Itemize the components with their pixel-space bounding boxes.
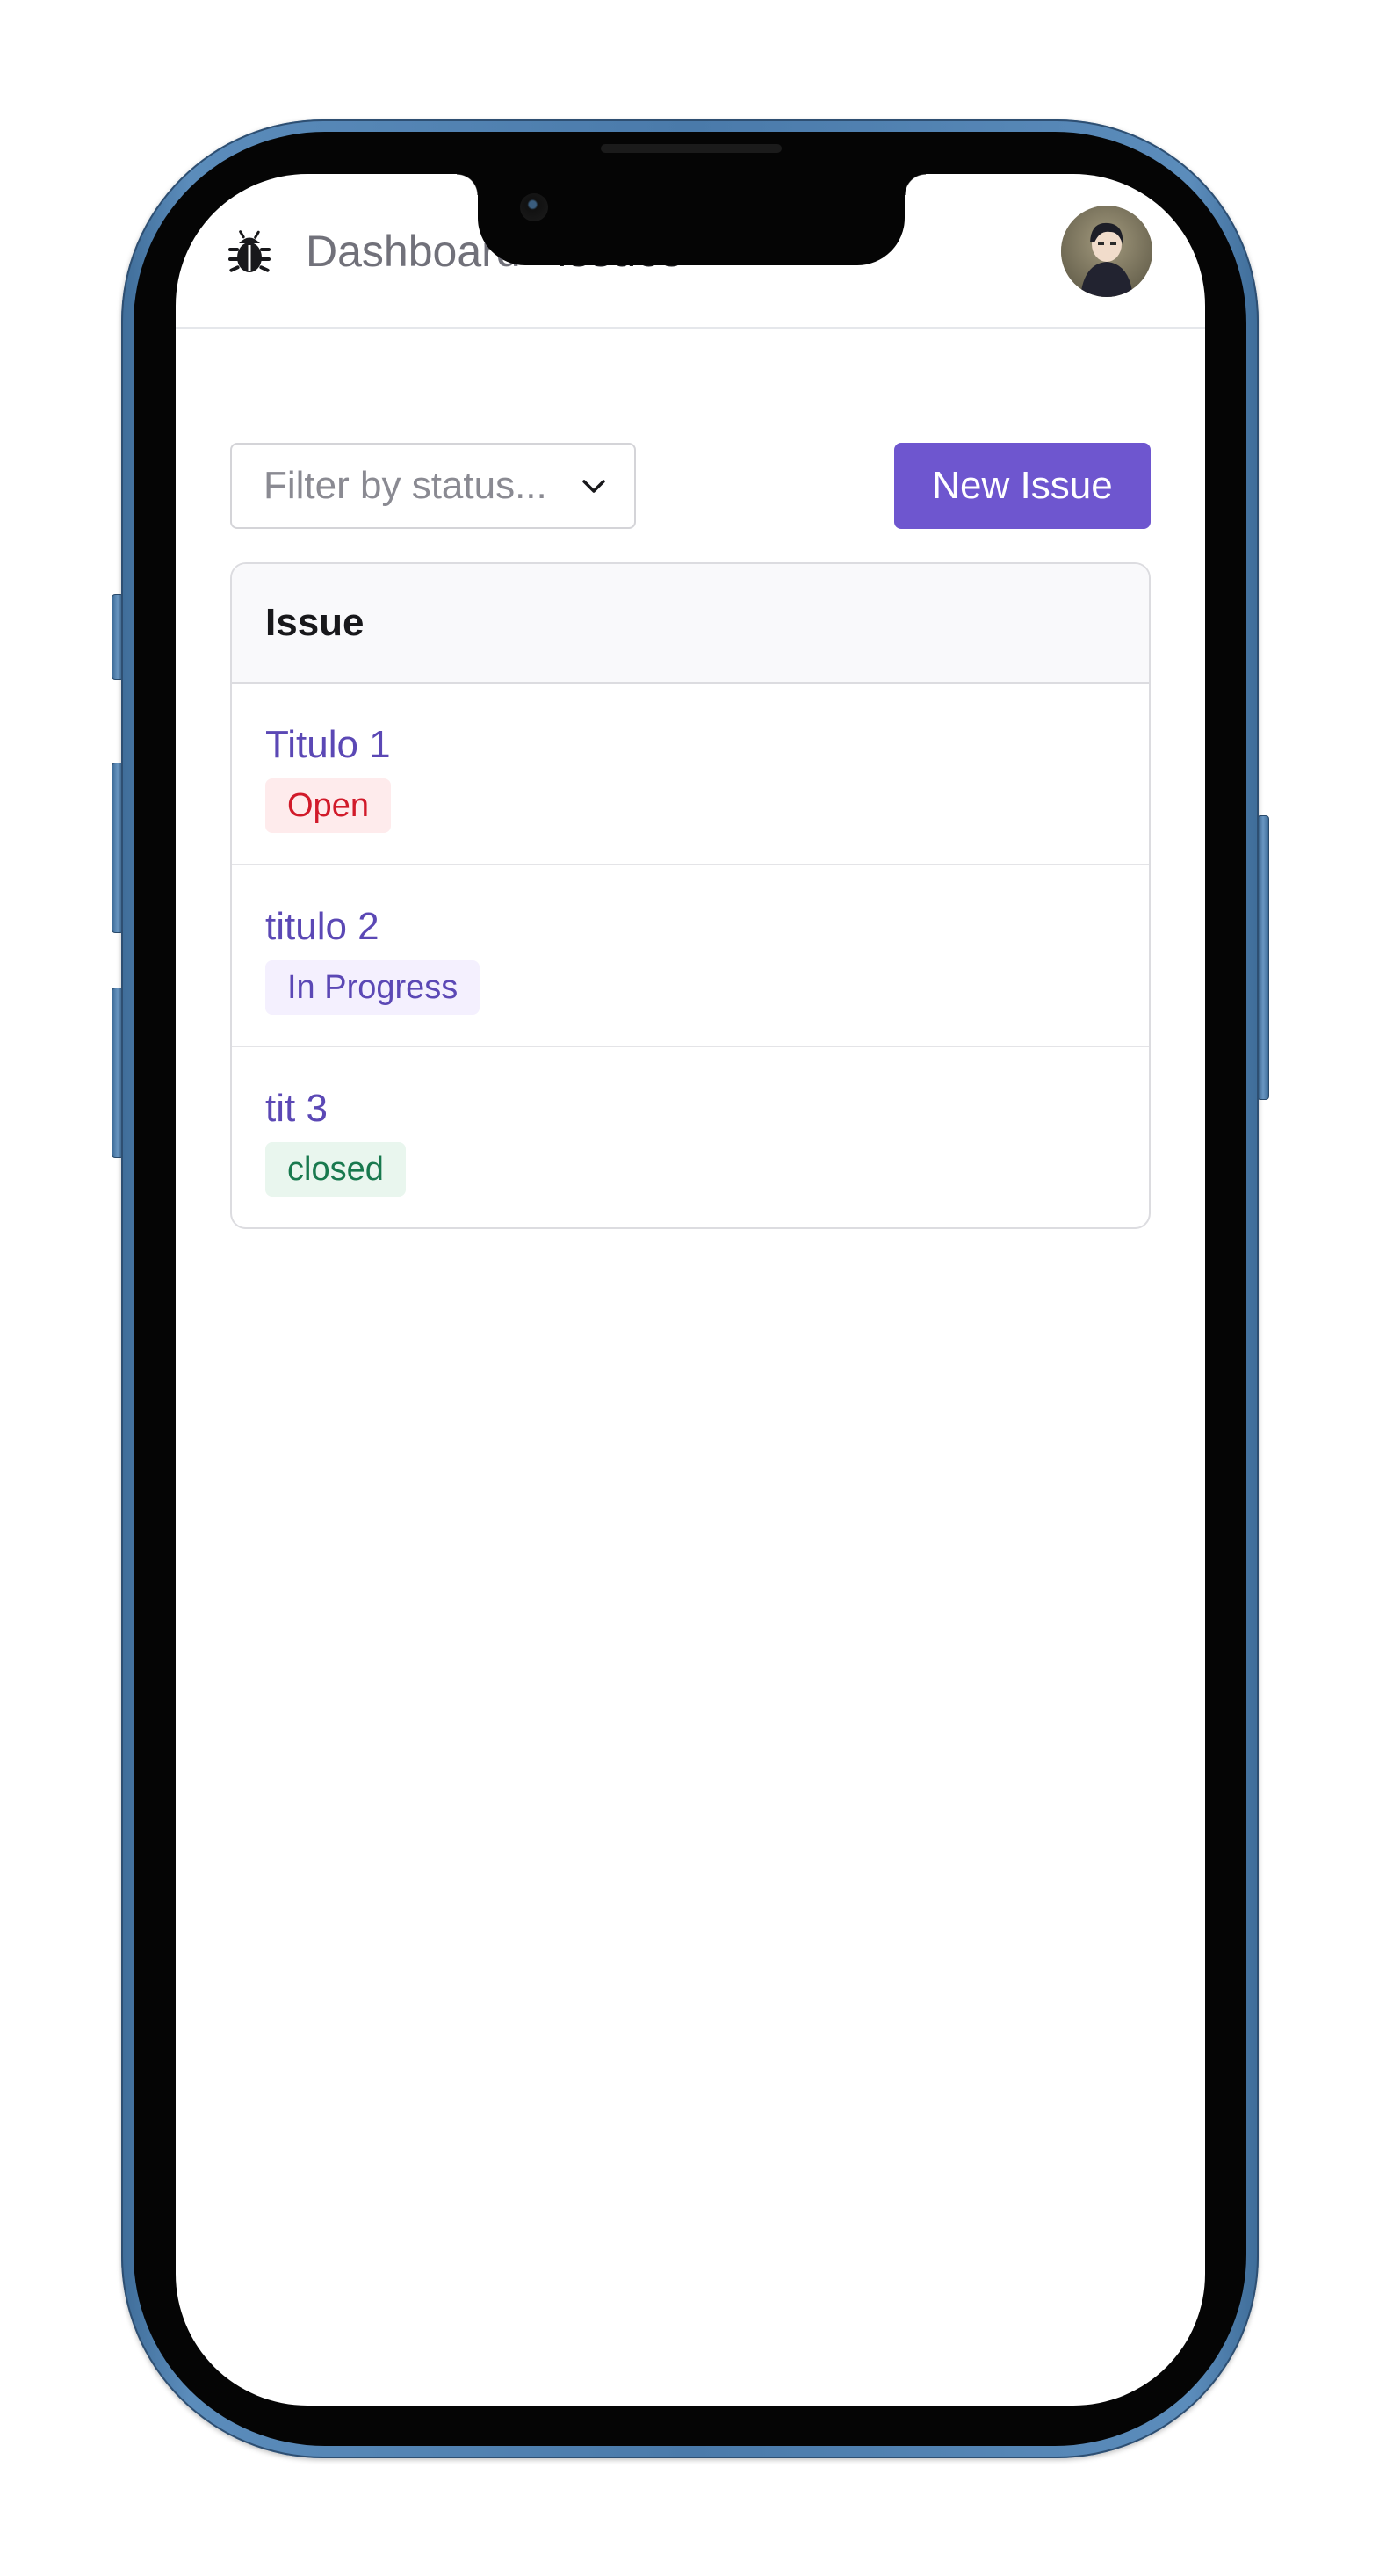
issue-title-link[interactable]: Titulo 1 [265,722,1149,768]
table-row: Titulo 1 Open [232,684,1149,865]
bug-icon[interactable] [228,228,271,276]
issue-title-link[interactable]: titulo 2 [265,904,1149,950]
power-button [1257,815,1269,1100]
status-badge: Open [265,778,391,833]
status-filter-select[interactable]: Filter by status... [230,443,636,529]
new-issue-button[interactable]: New Issue [894,443,1151,529]
issue-title-link[interactable]: tit 3 [265,1086,1149,1132]
table-header: Issue [232,564,1149,684]
status-filter-placeholder: Filter by status... [264,464,547,507]
front-camera [520,193,548,221]
column-header-issue: Issue [265,601,365,644]
avatar-image [1061,206,1152,297]
earpiece-speaker [601,144,782,153]
table-row: titulo 2 In Progress [232,865,1149,1047]
chevron-down-icon [582,480,605,493]
status-badge: closed [265,1142,406,1197]
table-row: tit 3 closed [232,1047,1149,1227]
issues-table: Issue Titulo 1 Open titulo 2 In Progress… [230,562,1151,1229]
phone-screen: Dashboard Issues Filter by stat [176,174,1205,2406]
phone-notch [457,174,926,265]
user-avatar[interactable] [1061,206,1152,297]
status-badge: In Progress [265,960,480,1015]
